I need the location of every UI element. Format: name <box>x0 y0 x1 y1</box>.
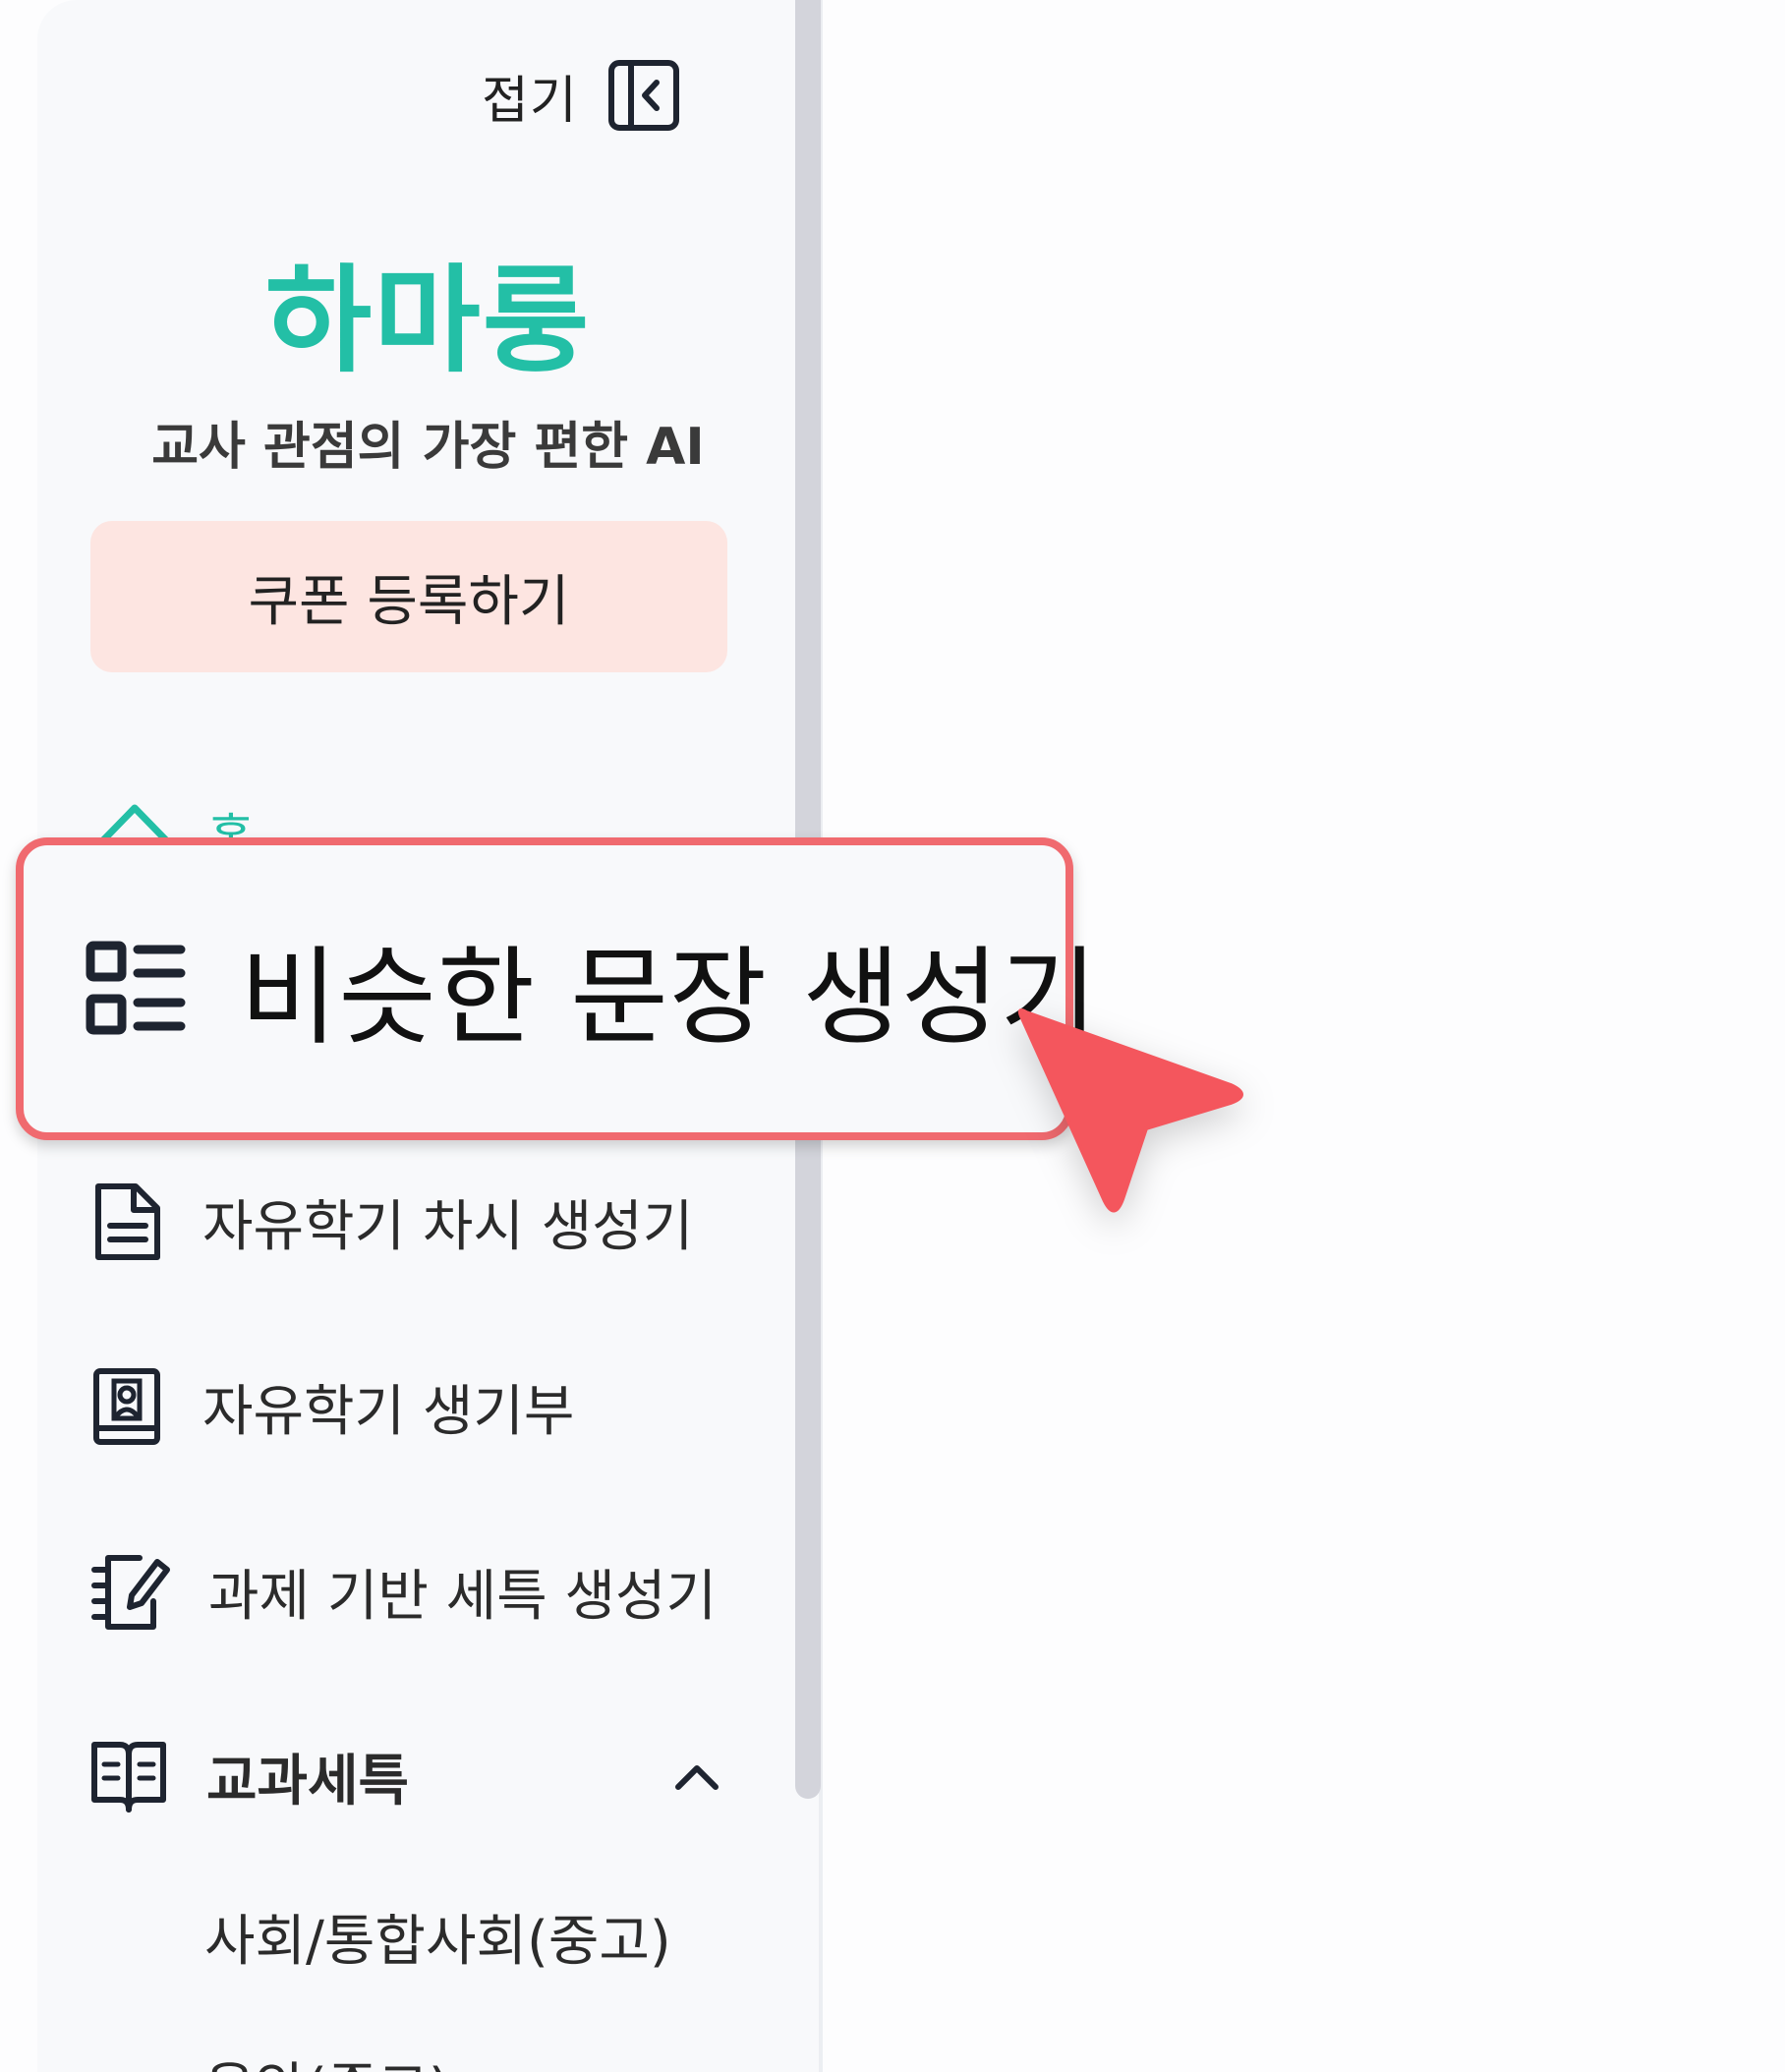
page: 접기 하마룽 교사 관점의 가장 편한 AI 쿠폰 등록하기 홈 자유학기 차시… <box>0 0 1785 2072</box>
sidebar-item-task-based-comment[interactable]: 과제 기반 세특 생성기 <box>88 1537 717 1645</box>
pointer-cursor-icon <box>1012 993 1248 1223</box>
sidebar-item-label: 비슷한 문장 생성기 <box>240 937 1099 1060</box>
collapse-toggle[interactable]: 접기 <box>482 51 680 140</box>
sidebar-collapse-icon[interactable] <box>607 59 680 132</box>
chevron-up-icon[interactable] <box>672 1759 721 1797</box>
sidebar-item-label: 교과세특 <box>206 1749 410 1813</box>
notebook-pen-icon <box>88 1550 171 1633</box>
brand-logo[interactable]: 하마룽 <box>37 226 819 394</box>
sidebar-item-free-semester-lesson[interactable]: 자유학기 차시 생성기 <box>88 1168 693 1276</box>
sidebar-item-free-semester-record[interactable]: 자유학기 생기부 <box>88 1353 574 1461</box>
sidebar-item-label: 자유학기 생기부 <box>202 1379 575 1444</box>
sidebar-subitem-social-studies[interactable]: 사회/통합사회(중고) <box>204 1897 671 1977</box>
open-book-icon <box>88 1737 169 1815</box>
sidebar-item-label: 자유학기 차시 생성기 <box>202 1194 694 1259</box>
collapse-label: 접기 <box>482 71 578 131</box>
list-icon <box>85 940 187 1038</box>
sidebar-item-similar-sentence-generator[interactable]: 비슷한 문장 생성기 <box>16 837 1098 1140</box>
sidebar-subitem-music[interactable]: 음악(중고) <box>204 2044 450 2072</box>
document-icon <box>88 1180 165 1263</box>
sidebar-item-label: 과제 기반 세특 생성기 <box>208 1564 718 1629</box>
sidebar-item-subject-comments[interactable]: 교과세특 <box>88 1722 409 1830</box>
brand-tagline: 교사 관점의 가장 편한 AI <box>151 418 705 477</box>
contact-book-icon <box>88 1365 165 1448</box>
coupon-register-button[interactable]: 쿠폰 등록하기 <box>90 521 727 672</box>
